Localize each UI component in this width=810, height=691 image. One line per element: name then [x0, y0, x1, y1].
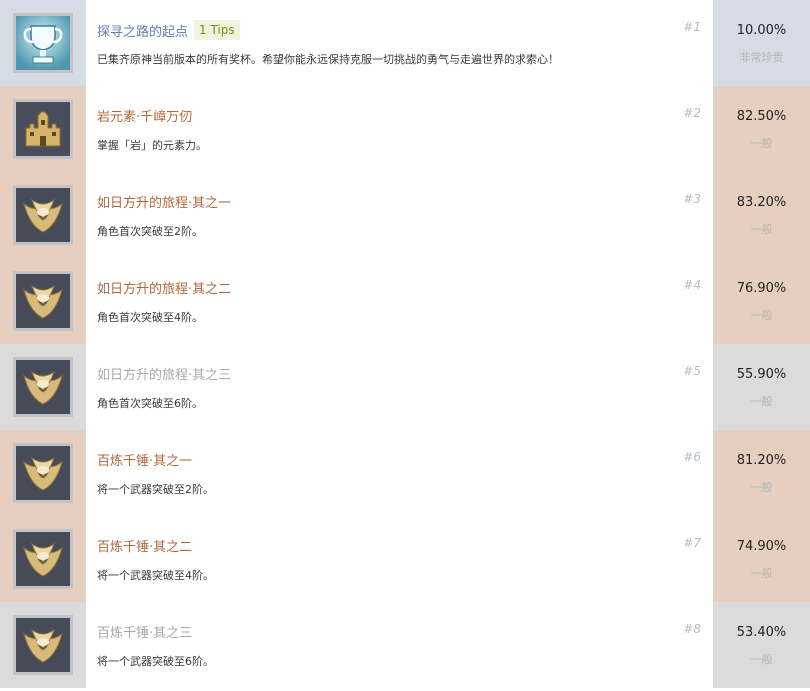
achievement-content: 探寻之路的起点 1 Tips 已集齐原神当前版本的所有奖杯。希望你能永远保持克服… — [86, 0, 713, 86]
achievement-percent: 76.90% — [736, 281, 787, 296]
achievement-percent: 82.50% — [736, 109, 787, 124]
achievement-stat: 82.50% 一般 — [713, 86, 810, 172]
achievement-title-wrap: 如日方升的旅程·其之二 — [97, 278, 231, 297]
achievement-stat: 74.90% 一般 — [713, 516, 810, 602]
achievement-stat: 83.20% 一般 — [713, 172, 810, 258]
achievement-title-wrap: 如日方升的旅程·其之一 — [97, 192, 231, 211]
achievement-row-3[interactable]: 如日方升的旅程·其之一 角色首次突破至2阶。 #3 83.20% 一般 — [0, 172, 810, 258]
icon-cell — [0, 0, 86, 86]
achievement-percent: 10.00% — [736, 23, 787, 38]
achievement-content: 如日方升的旅程·其之三 角色首次突破至6阶。 #5 — [86, 344, 713, 430]
achievement-title[interactable]: 百炼千锤·其之三 — [97, 622, 192, 641]
icon-cell — [0, 86, 86, 172]
achievement-percent: 83.20% — [736, 195, 787, 210]
icon-cell — [0, 516, 86, 602]
achievement-title[interactable]: 如日方升的旅程·其之三 — [97, 364, 231, 383]
achievement-stat: 81.20% 一般 — [713, 430, 810, 516]
achievement-title[interactable]: 如日方升的旅程·其之二 — [97, 278, 231, 297]
achievement-row-5[interactable]: 如日方升的旅程·其之三 角色首次突破至6阶。 #5 55.90% 一般 — [0, 344, 810, 430]
achievement-title[interactable]: 百炼千锤·其之一 — [97, 450, 192, 469]
achievement-description: 角色首次突破至6阶。 — [97, 397, 203, 410]
icon-frame — [13, 99, 73, 159]
achievement-description: 已集齐原神当前版本的所有奖杯。希望你能永远保持克服一切挑战的勇气与走遍世界的求索… — [97, 53, 559, 66]
winged-crest-icon — [16, 618, 70, 672]
icon-cell — [0, 344, 86, 430]
achievement-rank: #3 — [683, 192, 701, 206]
achievement-content: 如日方升的旅程·其之二 角色首次突破至4阶。 #4 — [86, 258, 713, 344]
achievement-row-2[interactable]: 岩元素·千嶂万仞 掌握「岩」的元素力。 #2 82.50% 一般 — [0, 86, 810, 172]
achievement-content: 百炼千锤·其之三 将一个武器突破至6阶。 #8 — [86, 602, 713, 688]
icon-frame — [13, 615, 73, 675]
achievement-title-wrap: 探寻之路的起点 1 Tips — [97, 20, 240, 40]
icon-frame — [13, 185, 73, 245]
icon-cell — [0, 172, 86, 258]
achievement-title-wrap: 如日方升的旅程·其之三 — [97, 364, 231, 383]
tips-badge[interactable]: 1 Tips — [194, 20, 240, 40]
achievement-rank: #2 — [683, 106, 701, 120]
achievement-stat: 76.90% 一般 — [713, 258, 810, 344]
winged-crest-icon — [16, 446, 70, 500]
achievement-rarity: 一般 — [750, 223, 773, 236]
achievement-rank: #1 — [683, 20, 701, 34]
achievement-description: 掌握「岩」的元素力。 — [97, 139, 207, 152]
achievement-row-6[interactable]: 百炼千锤·其之一 将一个武器突破至2阶。 #6 81.20% 一般 — [0, 430, 810, 516]
achievement-rank: #5 — [683, 364, 701, 378]
achievement-title[interactable]: 百炼千锤·其之二 — [97, 536, 192, 555]
achievement-percent: 55.90% — [736, 367, 787, 382]
achievement-rarity: 一般 — [750, 395, 773, 408]
winged-crest-icon — [16, 188, 70, 242]
icon-cell — [0, 602, 86, 688]
achievement-rank: #4 — [683, 278, 701, 292]
achievement-rank: #6 — [683, 450, 701, 464]
icon-frame — [13, 357, 73, 417]
trophy-cup-icon — [16, 16, 70, 70]
achievement-title[interactable]: 探寻之路的起点 — [97, 21, 188, 40]
icon-frame — [13, 271, 73, 331]
icon-frame — [13, 13, 73, 73]
icon-cell — [0, 430, 86, 516]
achievement-description: 将一个武器突破至4阶。 — [97, 569, 214, 582]
achievement-rarity: 一般 — [750, 137, 773, 150]
achievement-description: 将一个武器突破至6阶。 — [97, 655, 214, 668]
achievement-rarity: 一般 — [750, 481, 773, 494]
achievement-title[interactable]: 岩元素·千嶂万仞 — [97, 106, 192, 125]
achievement-stat: 53.40% 一般 — [713, 602, 810, 688]
achievement-content: 百炼千锤·其之一 将一个武器突破至2阶。 #6 — [86, 430, 713, 516]
achievement-description: 角色首次突破至2阶。 — [97, 225, 203, 238]
achievement-rarity: 非常珍贵 — [739, 51, 784, 64]
achievement-title-wrap: 百炼千锤·其之一 — [97, 450, 192, 469]
achievement-title[interactable]: 如日方升的旅程·其之一 — [97, 192, 231, 211]
achievement-rarity: 一般 — [750, 653, 773, 666]
achievement-percent: 81.20% — [736, 453, 787, 468]
achievement-row-1[interactable]: 探寻之路的起点 1 Tips 已集齐原神当前版本的所有奖杯。希望你能永远保持克服… — [0, 0, 810, 86]
achievement-list: 探寻之路的起点 1 Tips 已集齐原神当前版本的所有奖杯。希望你能永远保持克服… — [0, 0, 810, 691]
achievement-rank: #8 — [683, 622, 701, 636]
achievement-percent: 74.90% — [736, 539, 787, 554]
achievement-content: 百炼千锤·其之二 将一个武器突破至4阶。 #7 — [86, 516, 713, 602]
icon-frame — [13, 529, 73, 589]
achievement-content: 岩元素·千嶂万仞 掌握「岩」的元素力。 #2 — [86, 86, 713, 172]
achievement-percent: 53.40% — [736, 625, 787, 640]
icon-frame — [13, 443, 73, 503]
achievement-content: 如日方升的旅程·其之一 角色首次突破至2阶。 #3 — [86, 172, 713, 258]
achievement-title-wrap: 百炼千锤·其之二 — [97, 536, 192, 555]
achievement-rank: #7 — [683, 536, 701, 550]
winged-crest-icon — [16, 532, 70, 586]
achievement-stat: 55.90% 一般 — [713, 344, 810, 430]
achievement-row-8[interactable]: 百炼千锤·其之三 将一个武器突破至6阶。 #8 53.40% 一般 — [0, 602, 810, 688]
achievement-title-wrap: 岩元素·千嶂万仞 — [97, 106, 192, 125]
icon-cell — [0, 258, 86, 344]
achievement-stat: 10.00% 非常珍贵 — [713, 0, 810, 86]
achievement-row-7[interactable]: 百炼千锤·其之二 将一个武器突破至4阶。 #7 74.90% 一般 — [0, 516, 810, 602]
achievement-description: 角色首次突破至4阶。 — [97, 311, 203, 324]
winged-crest-icon — [16, 360, 70, 414]
castle-icon — [16, 102, 70, 156]
achievement-row-4[interactable]: 如日方升的旅程·其之二 角色首次突破至4阶。 #4 76.90% 一般 — [0, 258, 810, 344]
achievement-description: 将一个武器突破至2阶。 — [97, 483, 214, 496]
achievement-rarity: 一般 — [750, 567, 773, 580]
achievement-title-wrap: 百炼千锤·其之三 — [97, 622, 192, 641]
winged-crest-icon — [16, 274, 70, 328]
achievement-rarity: 一般 — [750, 309, 773, 322]
